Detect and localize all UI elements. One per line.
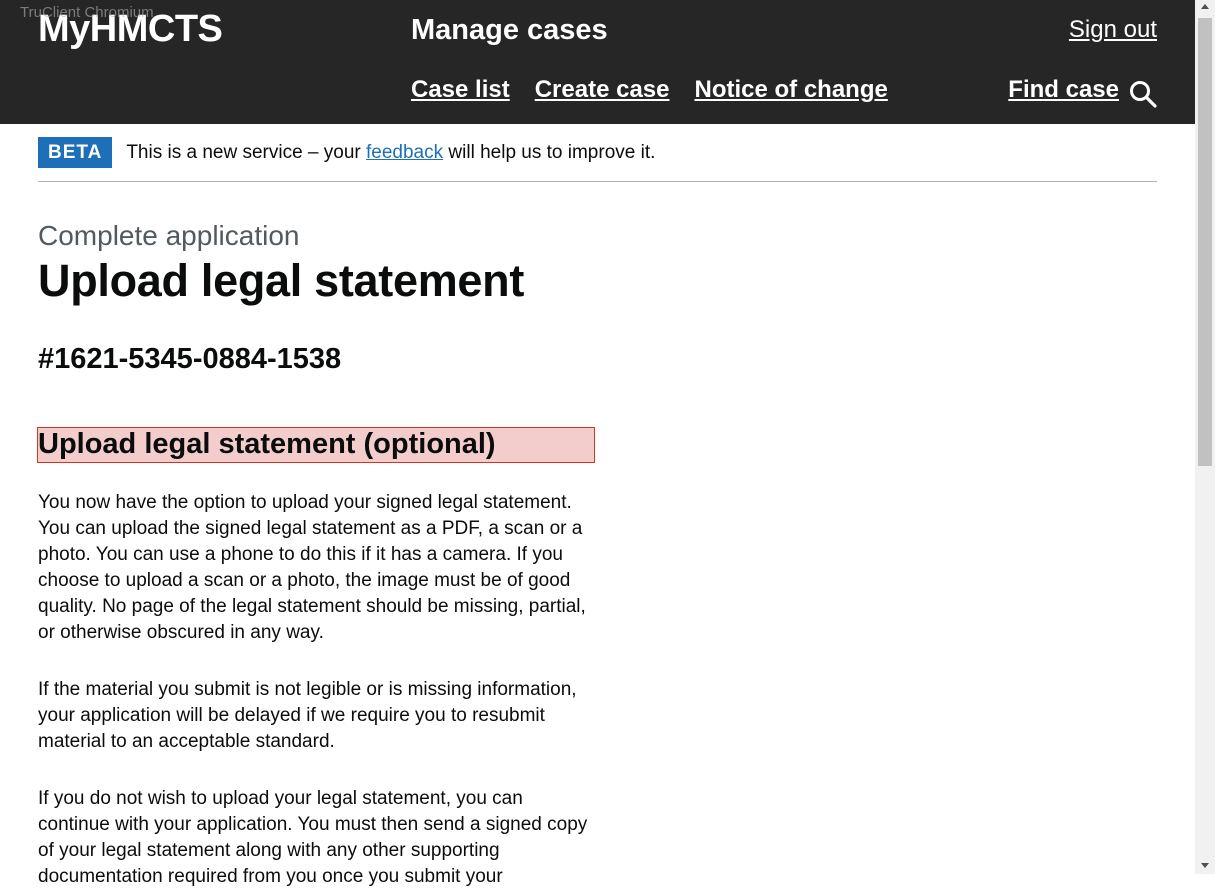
scroll-down-icon[interactable] (1201, 863, 1209, 868)
site-header: MyHMCTS Manage cases Sign out Case list … (0, 0, 1195, 124)
page-caption: Complete application (38, 220, 300, 251)
page-title: Upload legal statement (38, 255, 525, 306)
paragraph: You now have the option to upload your s… (38, 492, 586, 643)
beta-tag: BETA (38, 137, 113, 168)
primary-nav: Case list Create case Notice of change (411, 76, 888, 104)
scroll-up-icon[interactable] (1201, 4, 1209, 9)
paragraph: If the material you submit is not legibl… (38, 679, 577, 752)
feedback-link[interactable]: feedback (366, 142, 443, 163)
paragraph: If you do not wish to upload your legal … (38, 788, 588, 887)
page-scrollbar[interactable] (1195, 0, 1215, 874)
scroll-thumb[interactable] (1198, 18, 1212, 466)
case-id: #1621-5345-0884-1538 (38, 343, 342, 375)
phase-banner-text: This is a new service – your feedback wi… (126, 137, 655, 169)
section-heading: Upload legal statement (optional) (38, 428, 496, 460)
phase-banner: BETA This is a new service – your feedba… (38, 137, 1157, 182)
search-icon[interactable] (1129, 80, 1157, 108)
banner-text-after: will help us to improve it. (443, 142, 656, 163)
sign-out-link[interactable]: Sign out (1069, 16, 1157, 44)
find-case-link[interactable]: Find case (1008, 76, 1119, 104)
nav-case-list[interactable]: Case list (411, 76, 510, 104)
browser-title: TruClient Chromium (20, 4, 154, 21)
nav-create-case[interactable]: Create case (535, 76, 670, 104)
nav-notice-of-change[interactable]: Notice of change (694, 76, 887, 104)
service-name[interactable]: Manage cases (411, 14, 608, 47)
banner-text-before: This is a new service – your (126, 142, 367, 163)
